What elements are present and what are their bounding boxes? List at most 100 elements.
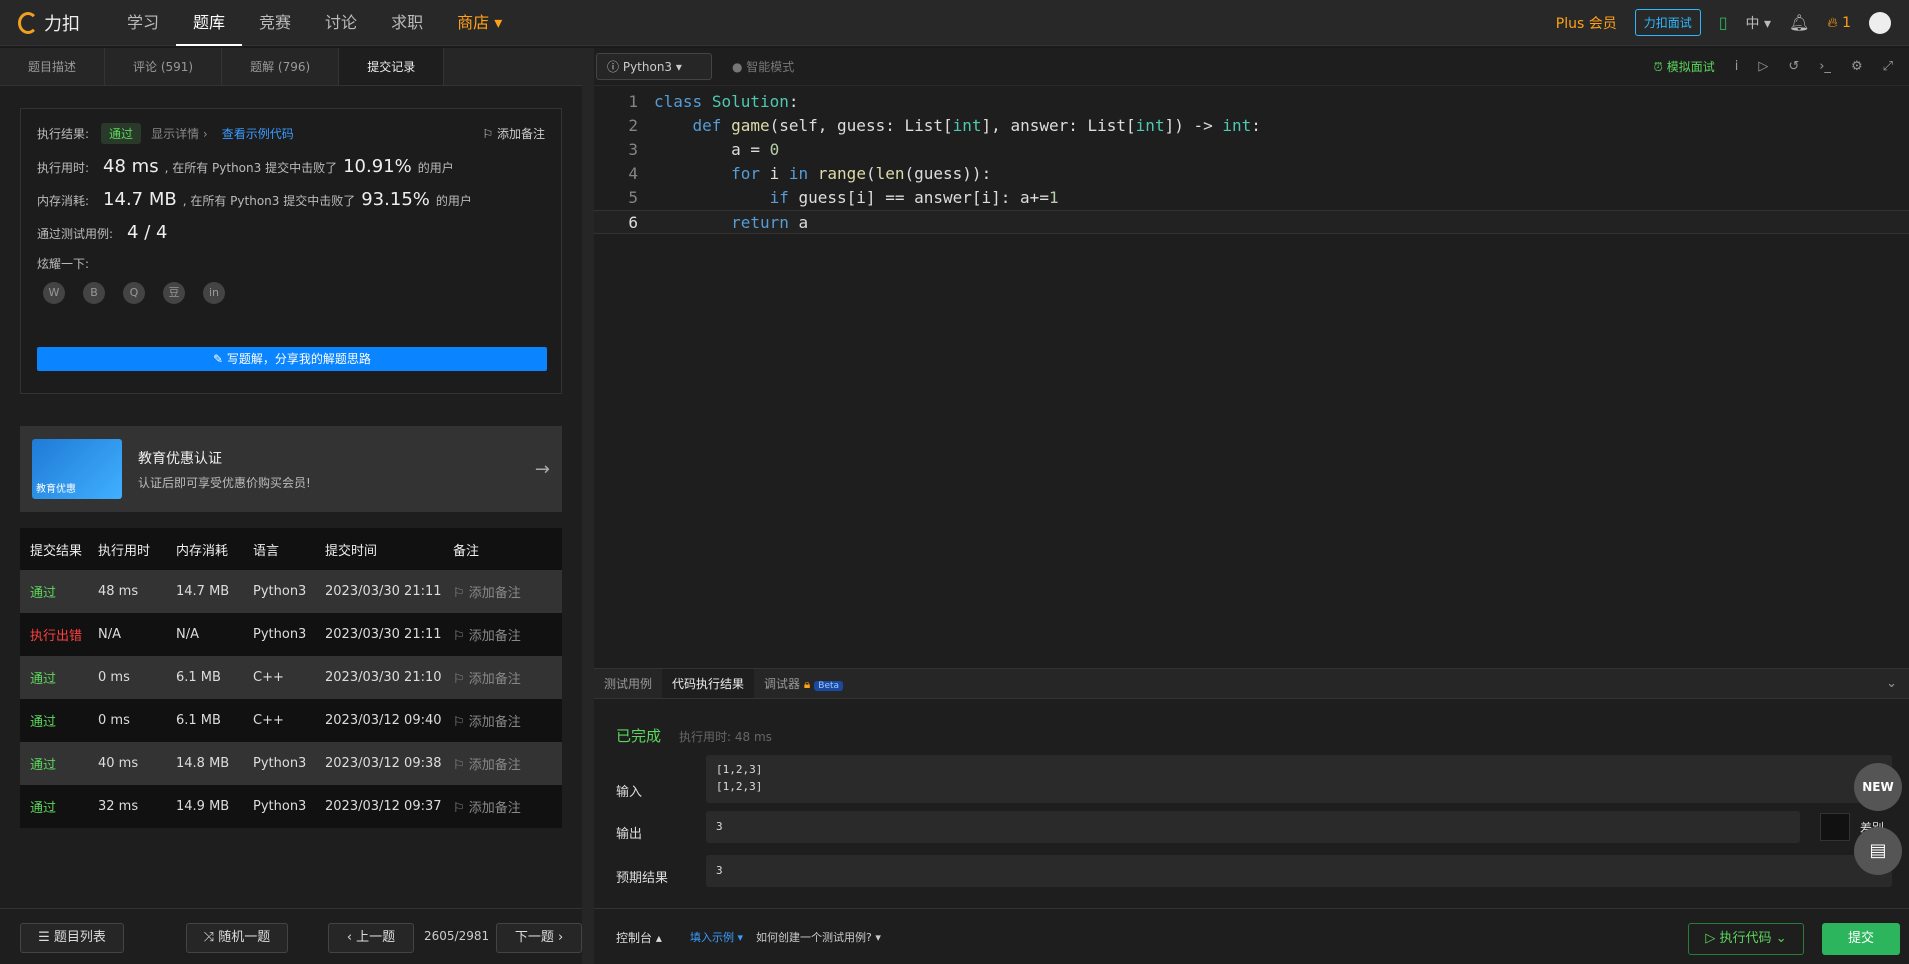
prev-problem-button[interactable]: ‹ 上一题 bbox=[328, 923, 414, 953]
nav-item-learn[interactable]: 学习 bbox=[110, 0, 176, 46]
tab-debugger[interactable]: 调试器 🔒︎ Beta bbox=[754, 669, 853, 698]
streak-counter[interactable]: 🔥︎ 1 bbox=[1827, 15, 1851, 31]
runtime-percent: 10.91% bbox=[343, 156, 412, 177]
weibo-icon[interactable]: B bbox=[83, 282, 105, 304]
fullscreen-icon[interactable]: ⤢ bbox=[1883, 59, 1893, 74]
run-code-label: 执行代码 bbox=[1719, 931, 1772, 946]
problem-list-button[interactable]: ☰ 题目列表 bbox=[20, 923, 124, 953]
write-solution-button[interactable]: ✎ 写题解，分享我的解题思路 bbox=[37, 347, 547, 371]
nav-item-jobs[interactable]: 求职 bbox=[374, 0, 440, 46]
linkedin-icon[interactable]: in bbox=[203, 282, 225, 304]
cell-status[interactable]: 通过 bbox=[20, 754, 98, 773]
add-note-button[interactable]: ⚐ 添加备注 bbox=[453, 582, 553, 601]
code-text: a = 0 bbox=[654, 140, 780, 159]
add-note-button[interactable]: ⚐ 添加备注 bbox=[453, 625, 553, 644]
table-row[interactable]: 通过 32 ms 14.9 MB Python3 2023/03/12 09:37 ⚐ 添… bbox=[20, 785, 562, 828]
cell-status[interactable]: 通过 bbox=[20, 797, 98, 816]
leetcode-logo-icon bbox=[18, 11, 38, 34]
cell-time: 2023/03/30 21:11 bbox=[325, 627, 442, 642]
nav-store-label: 商店 bbox=[457, 12, 490, 32]
wechat-icon[interactable]: W bbox=[43, 282, 65, 304]
add-note-button[interactable]: ⚐ 添加备注 bbox=[482, 125, 545, 142]
mobile-icon[interactable]: ▯ bbox=[1719, 13, 1728, 32]
tab-submissions[interactable]: 提交记录 bbox=[339, 48, 445, 85]
result-row: 执行结果: 通过 显示详情 › 查看示例代码 ⚐ 添加备注 bbox=[37, 123, 545, 144]
prev-problem-label: 上一题 bbox=[356, 930, 396, 945]
col-note: 备注 bbox=[453, 543, 480, 559]
cell-status[interactable]: 通过 bbox=[20, 711, 98, 730]
pane-splitter[interactable] bbox=[582, 48, 594, 964]
nav-item-store[interactable]: 商店 ▾ bbox=[440, 0, 519, 46]
table-row[interactable]: 通过 0 ms 6.1 MB C++ 2023/03/12 09:40 ⚐ 添加备注 bbox=[20, 699, 562, 742]
line-number: 1 bbox=[628, 92, 638, 111]
cell-status[interactable]: 通过 bbox=[20, 582, 98, 601]
console-toggle[interactable]: 控制台 ▴ bbox=[616, 929, 662, 946]
add-note-button[interactable]: ⚐ 添加备注 bbox=[453, 754, 553, 773]
table-row[interactable]: 通过 40 ms 14.8 MB Python3 2023/03/12 09:38 ⚐ 添… bbox=[20, 742, 562, 785]
fill-example-label: 填入示例 bbox=[690, 931, 734, 944]
memory-label: 内存消耗: bbox=[37, 194, 90, 208]
problem-list-label: 题目列表 bbox=[53, 930, 106, 945]
memory-value: 14.7 MB bbox=[103, 189, 177, 210]
code-editor[interactable]: 1 class Solution: 2 def game(self, guess:… bbox=[594, 86, 1909, 234]
nav-item-problems[interactable]: 题库 bbox=[176, 0, 243, 46]
qq-icon[interactable]: Q bbox=[123, 282, 145, 304]
add-note-button[interactable]: ⚐ 添加备注 bbox=[453, 797, 553, 816]
douban-icon[interactable]: 豆 bbox=[163, 282, 185, 304]
cell-status[interactable]: 执行出错 bbox=[20, 625, 98, 644]
collapse-chevron-icon[interactable]: ⌄ bbox=[1874, 669, 1909, 698]
next-problem-button[interactable]: 下一题 › bbox=[496, 923, 582, 953]
run-status: 已完成 执行用时: 48 ms bbox=[616, 725, 772, 746]
console-toggle-label: 控制台 bbox=[616, 931, 653, 945]
avatar[interactable] bbox=[1869, 11, 1891, 34]
input-label: 输入 bbox=[616, 785, 643, 800]
logo[interactable]: 力扣 bbox=[18, 10, 80, 36]
interview-button[interactable]: 力扣面试 bbox=[1634, 9, 1701, 36]
language-select[interactable]: ⓘ Python3 ▾ bbox=[596, 53, 712, 80]
expected-box: 3 bbox=[706, 855, 1892, 887]
settings-icon[interactable]: ⚙ bbox=[1851, 59, 1863, 74]
submit-button[interactable]: 提交 bbox=[1822, 923, 1900, 955]
cell-status[interactable]: 通过 bbox=[20, 668, 98, 687]
plus-member-link[interactable]: Plus 会员 bbox=[1556, 13, 1617, 33]
run-code-button[interactable]: ▷ 执行代码 ⌄ bbox=[1688, 923, 1804, 955]
cell-runtime: N/A bbox=[98, 627, 121, 642]
new-badge[interactable]: NEW bbox=[1854, 763, 1902, 811]
bell-icon[interactable]: 🔔︎ bbox=[1789, 13, 1809, 32]
flag-icon: ⚐ bbox=[453, 801, 469, 816]
tab-solutions[interactable]: 题解 (796) bbox=[222, 48, 340, 85]
table-row[interactable]: 通过 48 ms 14.7 MB Python3 2023/03/30 21:11 ⚐ 添… bbox=[20, 570, 562, 613]
col-status: 提交结果 bbox=[30, 543, 83, 559]
tab-comments[interactable]: 评论 (591) bbox=[105, 48, 223, 85]
howto-testcase-label: 如何创建一个测试用例? bbox=[756, 931, 872, 944]
mock-interview-button[interactable]: ⏰︎ 模拟面试 bbox=[1653, 58, 1714, 75]
col-language: 语言 bbox=[253, 543, 280, 559]
note-icon[interactable]: ▤ bbox=[1854, 827, 1902, 875]
play-icon[interactable]: ▷ bbox=[1758, 59, 1768, 74]
tab-run-result[interactable]: 代码执行结果 bbox=[662, 669, 755, 698]
diff-toggle[interactable] bbox=[1820, 813, 1850, 841]
language-switch[interactable]: 中 ▾ bbox=[1746, 13, 1771, 33]
info-icon[interactable]: i bbox=[1735, 59, 1739, 74]
expected-label: 预期结果 bbox=[616, 871, 669, 886]
nav-item-contest[interactable]: 竞赛 bbox=[242, 0, 308, 46]
table-row[interactable]: 通过 0 ms 6.1 MB C++ 2023/03/30 21:10 ⚐ 添加备注 bbox=[20, 656, 562, 699]
fill-example-link[interactable]: 填入示例 ▾ bbox=[690, 929, 743, 945]
table-row[interactable]: 执行出错 N/A N/A Python3 2023/03/30 21:11 ⚐ 添加备注 bbox=[20, 613, 562, 656]
tab-testcase[interactable]: 测试用例 bbox=[594, 669, 662, 698]
add-note-button[interactable]: ⚐ 添加备注 bbox=[453, 668, 553, 687]
show-detail-link[interactable]: 显示详情 › bbox=[151, 125, 208, 142]
edu-banner[interactable]: 教育优惠 教育优惠认证 认证后即可享受优惠价购买会员! → bbox=[20, 426, 562, 512]
smart-mode-toggle[interactable]: ● 智能模式 bbox=[732, 58, 794, 75]
tab-description[interactable]: 题目描述 bbox=[0, 48, 106, 85]
input-box[interactable]: [1,2,3] [1,2,3] bbox=[706, 755, 1892, 803]
add-note-button[interactable]: ⚐ 添加备注 bbox=[453, 711, 553, 730]
random-problem-button[interactable]: ⤨ 随机一题 bbox=[186, 923, 288, 953]
terminal-icon[interactable]: ›_ bbox=[1819, 59, 1831, 74]
logo-text: 力扣 bbox=[44, 13, 80, 35]
share-label: 炫耀一下: bbox=[37, 257, 90, 271]
howto-testcase-link[interactable]: 如何创建一个测试用例? ▾ bbox=[756, 929, 881, 945]
reset-icon[interactable]: ↺ bbox=[1788, 59, 1799, 74]
nav-item-discuss[interactable]: 讨论 bbox=[308, 0, 374, 46]
example-code-link[interactable]: 查看示例代码 bbox=[222, 125, 294, 142]
